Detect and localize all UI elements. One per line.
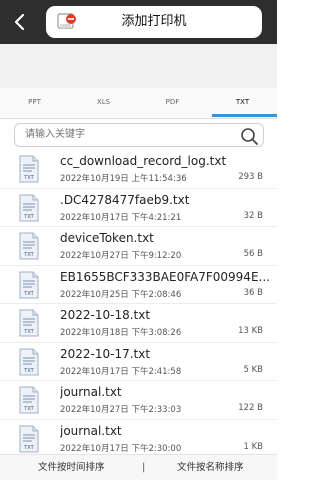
file-date: 2022年10月18日 下午3:08:26: [60, 328, 182, 338]
txt-file-icon: TXT: [19, 386, 39, 414]
file-name: journal.txt: [60, 423, 122, 438]
app-header: 添加打印机: [0, 0, 277, 44]
txt-file-icon: TXT: [19, 309, 39, 337]
file-name: .DC4278477faeb9.txt: [60, 192, 190, 207]
list-item[interactable]: TXT 2022-10-18.txt 2022年10月18日 下午3:08:26…: [0, 304, 277, 343]
svg-text:TXT: TXT: [23, 214, 34, 220]
header-spacer: [0, 44, 277, 88]
search-icon[interactable]: [239, 126, 259, 146]
list-item[interactable]: TXT EB1655BCF333BAE0FA7F00994E... 2022年1…: [0, 266, 277, 304]
txt-file-icon: TXT: [19, 194, 39, 221]
svg-text:TXT: TXT: [23, 368, 34, 374]
txt-file-icon: TXT: [19, 155, 39, 183]
page-title: 添加打印机: [121, 14, 187, 29]
file-name: journal.txt: [60, 385, 122, 399]
list-item[interactable]: TXT journal.txt 2022年10月27日 下午2:33:03 12…: [0, 381, 277, 420]
file-size: 56 B: [243, 249, 263, 259]
list-item[interactable]: TXT .DC4278477faeb9.txt 2022年10月17日 下午4:…: [0, 189, 277, 227]
list-item[interactable]: TXT journal.txt 2022年10月17日 下午2:30:00 1 …: [0, 420, 277, 455]
svg-text:TXT: TXT: [23, 406, 34, 412]
file-size: 13 KB: [238, 326, 263, 336]
file-size: 5 KB: [243, 364, 263, 375]
file-size: 36 B: [243, 287, 263, 298]
tab-xls[interactable]: XLS: [69, 88, 138, 118]
search-box: [14, 123, 264, 147]
tabs-divider: [0, 118, 277, 119]
sort-bar: 文件按时间排序 | 文件按名称排序: [0, 454, 277, 480]
txt-file-icon: TXT: [19, 271, 39, 298]
file-size: 32 B: [243, 210, 263, 221]
svg-text:TXT: TXT: [23, 445, 34, 451]
list-item[interactable]: TXT 2022-10-17.txt 2022年10月17日 下午2:41:58…: [0, 343, 277, 381]
txt-file-icon: TXT: [19, 425, 39, 452]
file-date: 2022年10月17日 下午2:41:58: [60, 366, 182, 377]
file-date: 2022年10月27日 下午9:12:20: [60, 251, 182, 261]
svg-text:TXT: TXT: [23, 291, 34, 297]
file-name: cc_download_record_log.txt: [60, 154, 227, 168]
svg-text:TXT: TXT: [23, 329, 34, 335]
list-item[interactable]: TXT cc_download_record_log.txt 2022年10月1…: [0, 150, 277, 189]
file-size: 122 B: [238, 403, 263, 413]
file-name: 2022-10-17.txt: [60, 346, 151, 361]
active-tab-indicator: [212, 114, 277, 117]
file-date: 2022年10月17日 下午2:30:00: [60, 443, 182, 454]
file-name: EB1655BCF333BAE0FA7F00994E...: [60, 269, 270, 284]
txt-file-icon: TXT: [19, 348, 39, 375]
file-date: 2022年10月17日 下午4:21:21: [60, 212, 182, 223]
list-item[interactable]: TXT deviceToken.txt 2022年10月27日 下午9:12:2…: [0, 227, 277, 266]
file-name: 2022-10-18.txt: [60, 308, 151, 322]
file-date: 2022年10月27日 下午2:33:03: [60, 405, 182, 415]
add-printer-button[interactable]: 添加打印机: [46, 6, 262, 38]
file-size: 1 KB: [243, 441, 263, 452]
txt-file-icon: TXT: [19, 232, 39, 260]
back-arrow-icon[interactable]: [10, 12, 30, 32]
sort-by-time-button[interactable]: 文件按时间排序: [38, 455, 105, 480]
file-name: deviceToken.txt: [60, 231, 154, 245]
file-date: 2022年10月25日 下午2:08:46: [60, 289, 182, 300]
tab-pdf[interactable]: PDF: [138, 88, 207, 118]
file-size: 293 B: [238, 172, 263, 182]
svg-text:TXT: TXT: [23, 175, 34, 181]
tab-ppt[interactable]: PPT: [0, 88, 69, 118]
file-list: TXT cc_download_record_log.txt 2022年10月1…: [0, 150, 277, 454]
svg-text:TXT: TXT: [23, 252, 34, 258]
file-date: 2022年10月19日 上午11:54:36: [60, 174, 187, 184]
search-input[interactable]: [25, 124, 225, 146]
sort-divider: |: [142, 462, 146, 473]
sort-by-name-button[interactable]: 文件按名称排序: [177, 455, 244, 480]
